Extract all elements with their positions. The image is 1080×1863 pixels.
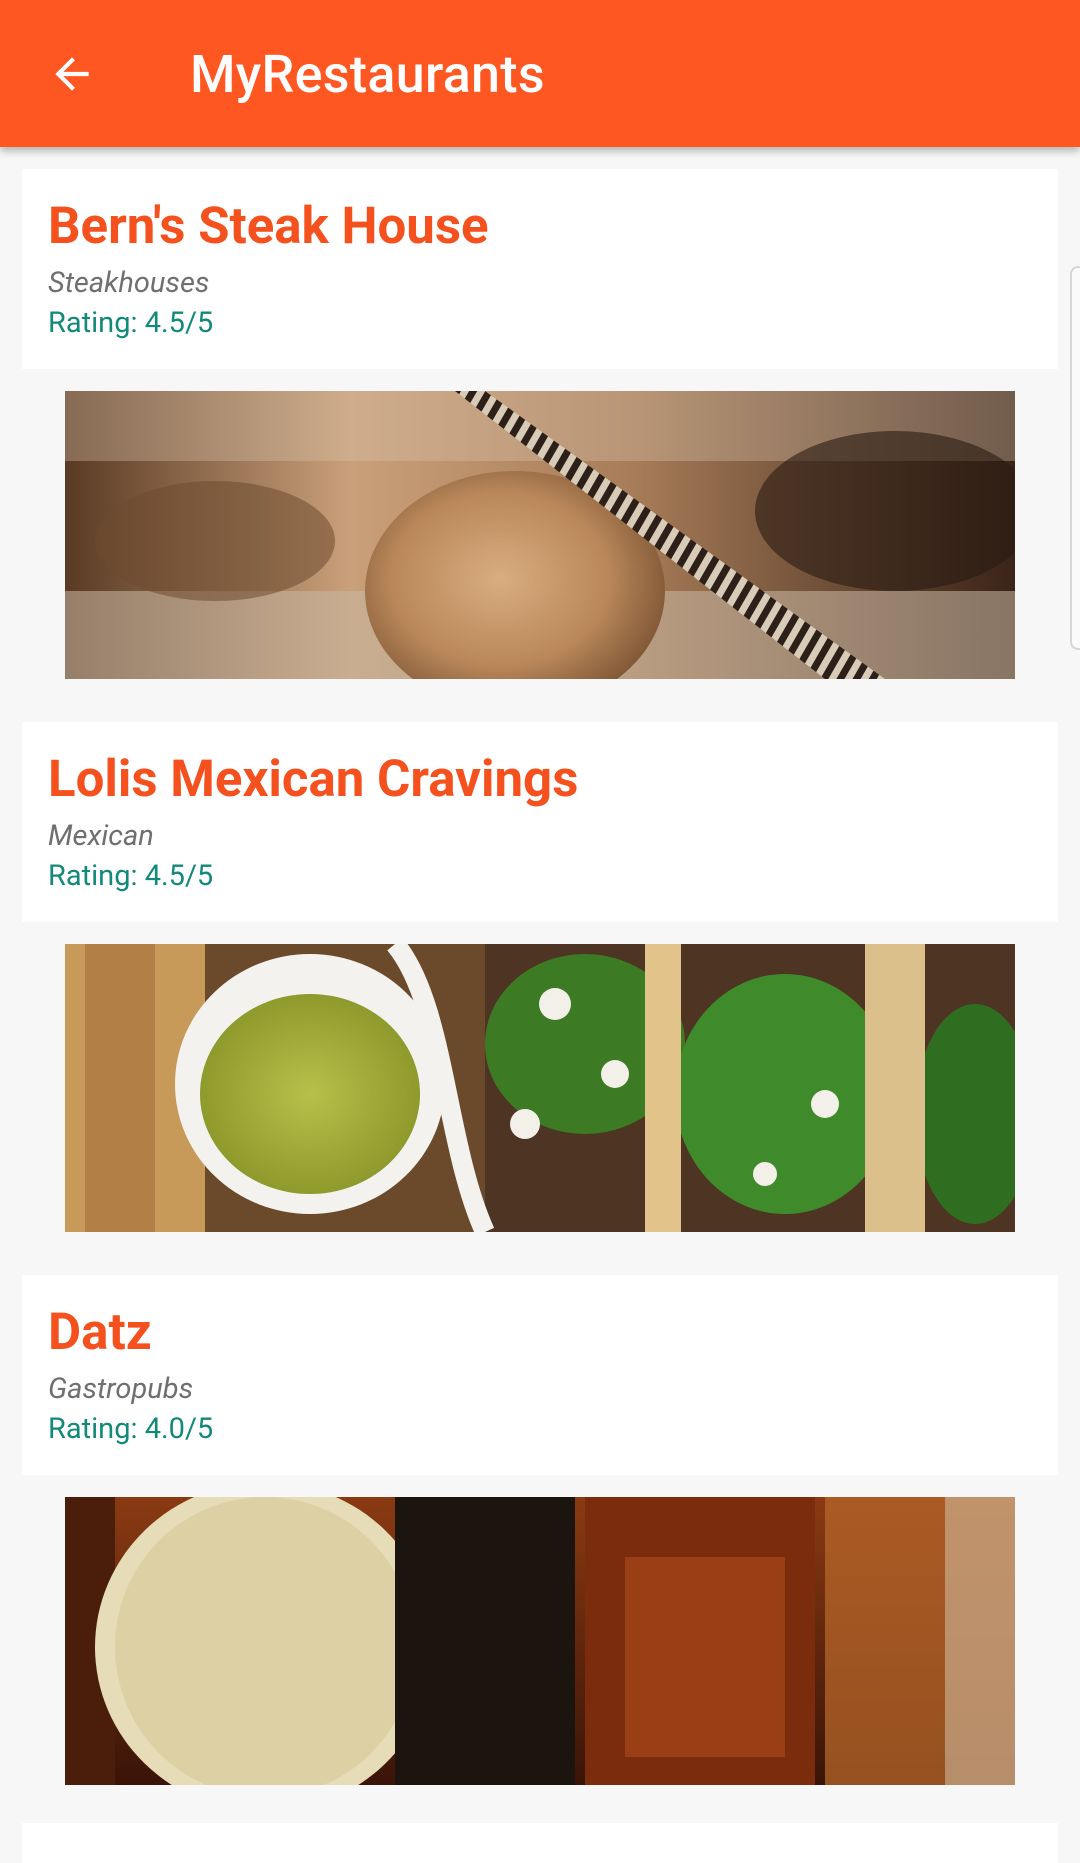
tacos-and-salsa-photo xyxy=(65,944,1015,1232)
restaurant-rating: Rating: 4.5/5 xyxy=(48,859,214,893)
restaurant-photo-datz[interactable] xyxy=(65,1497,1015,1785)
restaurant-card-lolis[interactable]: Lolis Mexican Cravings Mexican Rating: 4… xyxy=(22,722,1058,922)
restaurant-name: Lolis Mexican Cravings xyxy=(48,750,579,809)
restaurant-name: Bern's Steak House xyxy=(48,197,489,256)
restaurant-category: Mexican xyxy=(48,819,154,853)
whiskey-bottles-photo xyxy=(65,1497,1015,1785)
edge-panel-handle[interactable] xyxy=(1070,266,1080,650)
restaurant-name: Datz xyxy=(48,1303,152,1362)
ice-cream-dessert-photo xyxy=(65,391,1015,679)
restaurant-photo-berns[interactable] xyxy=(65,391,1015,679)
restaurant-category: Gastropubs xyxy=(48,1372,194,1406)
app-bar: MyRestaurants xyxy=(0,0,1080,147)
restaurant-list[interactable]: Bern's Steak House Steakhouses Rating: 4… xyxy=(0,147,1080,1863)
app-title: MyRestaurants xyxy=(190,44,545,105)
restaurant-card-datz[interactable]: Datz Gastropubs Rating: 4.0/5 xyxy=(22,1275,1058,1475)
restaurant-photo-lolis[interactable] xyxy=(65,944,1015,1232)
restaurant-rating: Rating: 4.5/5 xyxy=(48,306,214,340)
restaurant-card-berns[interactable]: Bern's Steak House Steakhouses Rating: 4… xyxy=(22,169,1058,369)
restaurant-category: Steakhouses xyxy=(48,266,210,300)
restaurant-card-next[interactable] xyxy=(22,1823,1058,1863)
arrow-back-icon xyxy=(55,57,89,91)
restaurant-rating: Rating: 4.0/5 xyxy=(48,1412,214,1446)
back-button[interactable] xyxy=(32,34,112,114)
